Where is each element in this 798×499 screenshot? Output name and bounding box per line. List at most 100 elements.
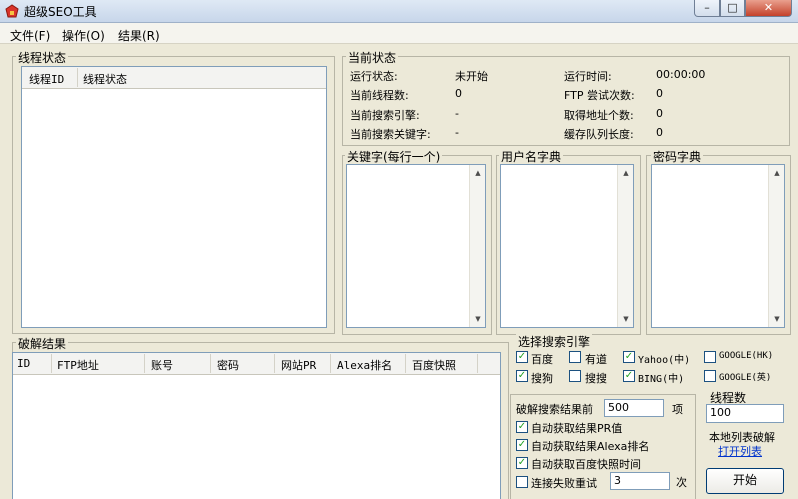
keywords-scrollbar[interactable]: ▲ ▼ [469,165,485,327]
top-results-label: 破解搜索结果前 [516,403,593,416]
start-button[interactable]: 开始 [706,468,784,494]
scroll-up-icon[interactable]: ▲ [470,165,486,181]
run-time-value: 00:00:00 [656,68,706,81]
auto-pr-checkbox[interactable]: ✓ [516,421,528,433]
engines-title: 选择搜索引擎 [516,333,593,350]
scroll-up-icon[interactable]: ▲ [769,165,785,181]
maximize-button[interactable]: □ [720,0,745,17]
engine-youdao-checkbox[interactable] [569,351,581,363]
engine-google-hk-checkbox[interactable] [704,351,716,363]
column-divider[interactable] [210,354,211,373]
keyword-value: - [455,126,459,139]
auto-snapshot-checkbox[interactable]: ✓ [516,457,528,469]
engine-google-hk-label: GOOGLE(HK) [719,351,774,361]
top-results-unit: 项 [672,403,683,416]
thread-count-value: 0 [455,87,462,100]
column-divider[interactable] [51,354,52,373]
maximize-icon: □ [727,1,738,14]
keyword-label: 当前搜索关键字: [350,128,431,141]
queue-value: 0 [656,126,663,139]
column-divider[interactable] [477,354,478,373]
engine-value: - [455,107,459,120]
column-divider[interactable] [144,354,145,373]
engine-sogou-checkbox[interactable]: ✓ [516,370,528,382]
thread-list[interactable]: 线程ID 线程状态 [21,66,327,328]
col-password[interactable]: 密码 [217,357,239,373]
close-icon: ✕ [763,1,774,14]
engine-label: 当前搜索引擎: [350,109,420,122]
auto-alexa-checkbox[interactable]: ✓ [516,439,528,451]
minimize-icon: – [704,1,710,14]
col-thread-status[interactable]: 线程状态 [83,71,127,87]
col-alexa-rank[interactable]: Alexa排名 [337,357,392,373]
run-time-label: 运行时间: [564,70,612,83]
addr-count-label: 取得地址个数: [564,109,634,122]
minimize-button[interactable]: – [694,0,720,17]
col-baidu-snapshot[interactable]: 百度快照 [412,357,456,373]
thread-count-label: 当前线程数: [350,89,409,102]
current-status-title: 当前状态 [346,49,399,66]
auto-snapshot-label: 自动获取百度快照时间 [531,458,641,471]
scroll-down-icon[interactable]: ▼ [769,311,785,327]
addr-count-value: 0 [656,107,663,120]
engine-soso-checkbox[interactable] [569,370,581,382]
col-thread-id[interactable]: 线程ID [29,71,64,87]
keywords-title: 关键字(每行一个) [345,148,443,165]
menu-file[interactable]: 文件(F) [10,27,50,44]
scroll-up-icon[interactable]: ▲ [618,165,634,181]
results-list-header: ID FTP地址 账号 密码 网站PR Alexa排名 百度快照 [13,353,500,375]
app-icon [5,4,19,18]
top-results-input[interactable]: 500 [604,399,664,417]
engine-google-en-label: GOOGLE(英) [719,373,772,383]
column-divider[interactable] [274,354,275,373]
passwords-title: 密码字典 [651,148,704,165]
engine-soso-label: 搜搜 [585,372,607,385]
keywords-textarea[interactable]: ▲ ▼ [346,164,486,328]
passwords-textarea[interactable]: ▲ ▼ [651,164,785,328]
scroll-down-icon[interactable]: ▼ [470,311,486,327]
ftp-tries-label: FTP 尝试次数: [564,89,635,102]
col-account[interactable]: 账号 [151,357,173,373]
retry-count-input[interactable]: 3 [610,472,670,490]
retry-label: 连接失败重试 [531,477,597,490]
auto-alexa-label: 自动获取结果Alexa排名 [531,440,650,453]
col-site-pr[interactable]: 网站PR [281,357,316,373]
results-list[interactable]: ID FTP地址 账号 密码 网站PR Alexa排名 百度快照 [12,352,501,499]
results-title: 破解结果 [16,335,69,352]
engine-google-en-checkbox[interactable] [704,370,716,382]
engine-youdao-label: 有道 [585,353,607,366]
column-divider[interactable] [405,354,406,373]
menu-operation[interactable]: 操作(O) [62,27,105,44]
col-ftp-address[interactable]: FTP地址 [57,357,99,373]
engine-yahoo-checkbox[interactable]: ✓ [623,351,635,363]
open-list-link[interactable]: 打开列表 [718,443,762,459]
engine-sogou-label: 搜狗 [531,372,553,385]
ftp-tries-value: 0 [656,87,663,100]
retry-unit: 次 [676,476,687,489]
title-bar[interactable] [0,0,798,23]
scroll-down-icon[interactable]: ▼ [618,311,634,327]
engine-bing-label: BING(中) [638,374,685,385]
run-state-value: 未开始 [455,70,488,83]
thread-list-header: 线程ID 线程状态 [22,67,326,89]
engine-yahoo-label: Yahoo(中) [638,355,691,366]
engine-bing-checkbox[interactable]: ✓ [623,370,635,382]
thread-count-input[interactable]: 100 [706,404,784,423]
engine-baidu-label: 百度 [531,353,553,366]
close-button[interactable]: ✕ [745,0,792,17]
menu-result[interactable]: 结果(R) [118,27,160,44]
retry-checkbox[interactable] [516,476,528,488]
auto-pr-label: 自动获取结果PR值 [531,422,623,435]
column-divider[interactable] [330,354,331,373]
window-title: 超级SEO工具 [24,5,97,19]
thread-status-title: 线程状态 [16,49,69,66]
run-state-label: 运行状态: [350,70,398,83]
passwords-scrollbar[interactable]: ▲ ▼ [768,165,784,327]
usernames-textarea[interactable]: ▲ ▼ [500,164,634,328]
column-divider[interactable] [77,68,78,87]
queue-label: 缓存队列长度: [564,128,634,141]
engine-baidu-checkbox[interactable]: ✓ [516,351,528,363]
usernames-scrollbar[interactable]: ▲ ▼ [617,165,633,327]
usernames-title: 用户名字典 [499,148,564,165]
col-id[interactable]: ID [17,357,30,370]
